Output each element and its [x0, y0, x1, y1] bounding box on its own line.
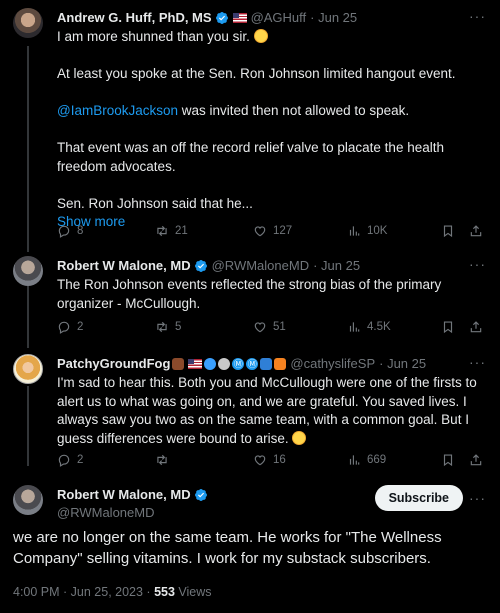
blue-heart-emoji-icon — [204, 357, 217, 370]
reply-icon — [57, 453, 71, 467]
views-icon — [347, 320, 361, 334]
us-flag-icon — [188, 358, 203, 369]
share-button[interactable] — [469, 224, 483, 238]
views-button[interactable]: 4.5K — [347, 320, 391, 334]
heart-icon — [253, 453, 267, 467]
verified-badge-icon — [215, 11, 229, 25]
m-badge-icon: Ⓜ — [246, 357, 259, 370]
m-badge-icon: Ⓜ — [232, 357, 245, 370]
tweet-text: we are no longer on the same team. He wo… — [13, 529, 442, 567]
author-name[interactable]: Andrew G. Huff, PhD, MS — [57, 9, 212, 26]
like-button[interactable]: 127 — [253, 224, 292, 238]
author-handle[interactable]: @RWMaloneMD — [212, 257, 309, 274]
retweet-icon — [155, 320, 169, 334]
tweet-text: I'm sad to hear this. Both you and McCul… — [57, 375, 477, 446]
heart-icon — [253, 320, 267, 334]
tweet-actions: 8 21 127 10K — [57, 222, 487, 240]
heart-icon — [253, 224, 267, 238]
bookmark-button[interactable] — [441, 224, 455, 238]
orange-square-icon — [274, 357, 287, 370]
tweet-header: Robert W Malone, MD @RWMaloneMD · Jun 25 — [57, 257, 460, 274]
more-icon[interactable]: ··· — [469, 354, 486, 370]
reply-icon — [57, 224, 71, 238]
tweet-malone-reply[interactable]: Robert W Malone, MD @RWMaloneMD · Jun 25… — [0, 256, 500, 346]
retweet-button[interactable]: 21 — [155, 224, 188, 238]
bookmark-icon — [441, 320, 455, 334]
retweet-button[interactable]: 5 — [155, 320, 181, 334]
tweet-huff[interactable]: Andrew G. Huff, PhD, MS @AGHuff · Jun 25… — [0, 8, 500, 248]
like-button[interactable]: 16 — [253, 453, 286, 467]
views-icon — [347, 453, 361, 467]
tweet-date[interactable]: · Jun 25 — [379, 355, 426, 372]
mouse-emoji-icon — [218, 357, 231, 370]
tweet-timestamp[interactable]: 4:00 PM · Jun 25, 2023 · — [13, 585, 154, 599]
verified-badge-icon — [194, 488, 208, 502]
more-icon[interactable]: ··· — [469, 256, 486, 272]
reply-button[interactable]: 2 — [57, 453, 83, 467]
tweet-date[interactable]: · Jun 25 — [313, 257, 360, 274]
sad-emoji-icon — [292, 430, 307, 445]
retweet-button[interactable] — [155, 453, 175, 467]
avatar[interactable] — [13, 8, 43, 38]
views-button[interactable]: 669 — [347, 453, 386, 467]
tweet-text: I am more shunned than you sir. At least… — [57, 29, 456, 229]
subscribe-button[interactable]: Subscribe — [374, 485, 463, 511]
retweet-icon — [155, 224, 169, 238]
retweet-icon — [155, 453, 169, 467]
share-button[interactable] — [469, 453, 483, 467]
share-button[interactable] — [469, 320, 483, 334]
avatar[interactable] — [13, 256, 43, 286]
views-icon — [347, 224, 361, 238]
author-handle[interactable]: @RWMaloneMD — [57, 504, 154, 521]
share-icon — [469, 453, 483, 467]
bookmark-button[interactable] — [441, 320, 455, 334]
laughing-emoji-icon — [253, 29, 268, 43]
tweet-meta: 4:00 PM · Jun 25, 2023 · 553 Views — [13, 585, 212, 599]
bookmark-button[interactable] — [441, 453, 455, 467]
like-button[interactable]: 51 — [253, 320, 286, 334]
views-count: 553 — [154, 585, 175, 599]
author-handle[interactable]: @cathyslifeSP — [290, 355, 375, 372]
reply-button[interactable]: 2 — [57, 320, 83, 334]
views-label: Views — [174, 585, 212, 599]
author-handle[interactable]: @AGHuff — [251, 9, 307, 26]
share-icon — [469, 320, 483, 334]
tweet-patchy[interactable]: PatchyGroundFog Ⓜ Ⓜ @cathyslifeSP · Jun … — [0, 354, 500, 472]
author-name[interactable]: PatchyGroundFog — [57, 355, 170, 372]
reply-button[interactable]: 8 — [57, 224, 83, 238]
tweet-text: The Ron Johnson events reflected the str… — [57, 277, 442, 311]
tweet-actions: 2 16 669 — [57, 451, 487, 469]
more-icon[interactable]: ··· — [469, 8, 486, 24]
avatar[interactable] — [13, 485, 43, 515]
verified-badge-icon — [194, 259, 208, 273]
views-button[interactable]: 10K — [347, 224, 387, 238]
horse-emoji-icon — [172, 357, 185, 370]
tweet-header: Andrew G. Huff, PhD, MS @AGHuff · Jun 25 — [57, 9, 460, 26]
author-name[interactable]: Robert W Malone, MD — [57, 486, 191, 503]
bookmark-icon — [441, 453, 455, 467]
bookmark-icon — [441, 224, 455, 238]
avatar[interactable] — [13, 354, 43, 384]
author-name[interactable]: Robert W Malone, MD — [57, 257, 191, 274]
reply-icon — [57, 320, 71, 334]
mention-link[interactable]: @IamBrookJackson — [57, 103, 178, 118]
tweet-actions: 2 5 51 4.5K — [57, 318, 487, 336]
more-icon[interactable]: ··· — [469, 490, 486, 506]
main-tweet: Robert W Malone, MD @RWMaloneMD Subscrib… — [0, 485, 500, 605]
tweet-header: PatchyGroundFog Ⓜ Ⓜ @cathyslifeSP · Jun … — [57, 355, 460, 372]
tweet-date[interactable]: · Jun 25 — [310, 9, 357, 26]
share-icon — [469, 224, 483, 238]
wave-emoji-icon — [260, 357, 273, 370]
us-flag-icon — [232, 12, 247, 23]
